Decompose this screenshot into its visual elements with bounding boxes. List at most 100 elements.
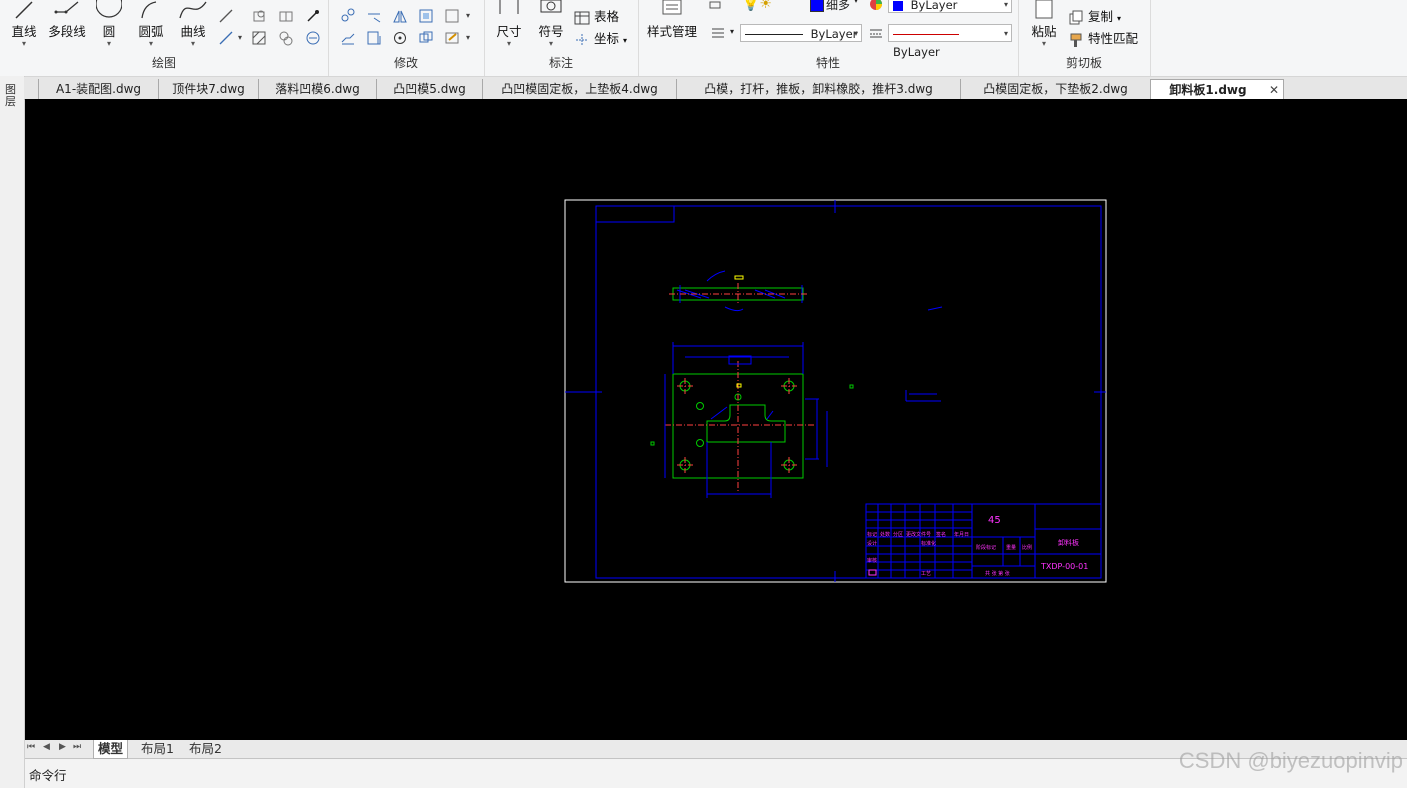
region-icon[interactable] [278,8,294,24]
construction-line-icon[interactable] [218,8,234,24]
tab-blanking-die[interactable]: 落料凹模6.dwg [258,79,376,99]
paper-boundary [564,199,1107,583]
annotation-marks [905,306,943,402]
close-icon[interactable]: ✕ [1269,80,1279,100]
chevron-down-icon: ▾ [1003,29,1008,38]
coordinate-label: 坐标 [593,31,619,46]
previous-layout-icon[interactable]: ◀ [43,742,50,752]
lineweight-value[interactable]: 细多 [826,0,850,13]
paste-icon [1035,0,1053,19]
properties-group-title: 特性 [815,56,840,70]
coordinate-icon [576,33,588,46]
chevron-down-icon: ▾ [190,39,195,48]
line-label: 直线 [11,24,37,39]
mirror-icon[interactable] [392,8,408,24]
color-swatch[interactable] [810,0,824,12]
clipboard-group-title: 剪切板 [1065,56,1102,70]
drawing-frame [595,205,1102,579]
tab-punch-die-plate[interactable]: 凸凹模固定板，上垫板4.dwg [482,79,676,99]
copy-button[interactable]: 复制 ▾ [1068,6,1121,26]
paste-button[interactable]: 粘贴 ▾ [1028,0,1060,48]
linetype-value: ByLayer [810,27,858,41]
curve-button[interactable]: 曲线 ▾ [178,0,208,48]
document-tab-bar: A1-装配图.dwg 顶件块7.dwg 落料凹模6.dwg 凸凹模5.dwg 凸… [24,77,1407,100]
ray-icon[interactable] [218,30,234,46]
curve-icon [179,1,207,19]
chevron-down-icon[interactable]: ▾ [730,27,734,36]
array-icon[interactable] [444,8,460,24]
match-properties-button[interactable]: 特性匹配 [1068,28,1138,48]
tab-top-block[interactable]: 顶件块7.dwg [158,79,258,99]
material-text: 45 [988,515,1001,526]
rectangle-shape-icon[interactable] [251,8,267,24]
tab-label: 凸模固定板，下垫板2.dwg [983,82,1128,96]
copy-label: 复制 [1087,9,1113,24]
tab-model[interactable]: 模型 [93,740,129,759]
move-icon[interactable] [340,8,356,24]
color-wheel-icon[interactable] [868,0,884,12]
symbol-button[interactable]: 符号 ▾ [536,0,566,48]
polyline-label: 多段线 [48,24,86,39]
layer-state-icons[interactable]: 💡☀ [742,0,772,12]
first-layout-icon[interactable]: ⏮ [27,742,35,752]
title-block: 45 卸料板 TXDP-00-01 标记 处数 分区 更改文件号 签名 年月日 … [865,503,1102,579]
chevron-down-icon: ▾ [622,36,627,45]
properties-group: 样式管理 💡☀ 细多 ▾ ByLayer ▾ ▾ ByLayer ▾ ByLay… [638,0,1019,76]
next-layout-icon[interactable]: ▶ [59,742,66,752]
dimension-label: 尺寸 [496,24,522,39]
draw-group-title: 绘图 [151,56,176,70]
tab-punch-parts[interactable]: 凸模，打杆，推板，卸料橡胶，推杆3.dwg [676,79,960,99]
tab-punch-die[interactable]: 凸凹模5.dwg [376,79,482,99]
circle-button[interactable]: 圆 ▾ [95,0,123,48]
wipeout-icon[interactable] [305,30,321,46]
centering-marks [565,200,1106,582]
offset-icon[interactable] [418,8,434,24]
tab-label: 落料凹模6.dwg [275,82,360,96]
style-manager-button[interactable]: 样式管理 [646,0,698,40]
clipboard-group: 粘贴 ▾ 复制 ▾ 特性匹配 剪切板 [1018,0,1151,76]
title-label-design: 设计 [867,540,877,547]
lineweight-dropdown[interactable]: ByLayer ▾ [888,24,1012,59]
table-button[interactable]: 表格 [574,6,619,26]
title-label-sheets: 共 张 第 张 [985,570,1010,577]
layer-palette-tab[interactable]: 图层 [5,84,19,108]
copy-objects-icon[interactable] [418,30,434,46]
tab-label: 顶件块7.dwg [172,82,245,96]
last-layout-icon[interactable]: ⏭ [73,742,81,752]
point-icon[interactable] [305,8,321,24]
arc-button[interactable]: 圆弧 ▾ [136,0,166,48]
rotate-icon[interactable] [392,30,408,46]
tab-stripper-plate[interactable]: 卸料板1.dwg ✕ [1150,79,1284,99]
dropdown-arrow-icon[interactable]: ▾ [466,8,470,24]
drawing-canvas[interactable]: 45 卸料板 TXDP-00-01 标记 处数 分区 更改文件号 签名 年月日 … [25,99,1407,740]
stretch-icon[interactable] [340,30,356,46]
line-style-icon[interactable] [868,25,884,41]
dropdown-arrow-icon[interactable]: ▾ [466,30,470,46]
scale-icon[interactable] [366,30,382,46]
tab-layout2[interactable]: 布局2 [189,740,222,758]
title-label-date: 年月日 [954,531,969,538]
watermark: CSDN @biyezuopinvip [1178,748,1403,773]
trim-icon[interactable] [366,8,382,24]
polyline-button[interactable]: 多段线 [46,0,88,40]
paste-label: 粘贴 [1031,24,1057,39]
layer-properties-icon[interactable] [708,0,724,14]
dropdown-arrow-icon[interactable]: ▾ [238,30,242,46]
annotate-group: 尺寸 ▾ 符号 ▾ 表格 坐标 ▾ 标注 [484,0,639,76]
lineweight-icon[interactable] [710,25,726,41]
tab-punch-plate[interactable]: 凸模固定板，下垫板2.dwg [960,79,1150,99]
line-button[interactable]: 直线 ▾ [8,0,40,48]
boundary-icon[interactable] [278,30,294,46]
title-label-stage: 阶段标记 [976,544,996,551]
color-dropdown[interactable]: ByLayer ▾ [888,0,1012,13]
line-icon [15,1,33,19]
explode-icon[interactable] [444,30,460,46]
chevron-down-icon[interactable]: ▾ [854,0,858,5]
linetype-dropdown[interactable]: ByLayer ▾ [740,24,862,42]
tab-layout1[interactable]: 布局1 [141,740,174,758]
coordinate-button[interactable]: 坐标 ▾ [574,28,627,48]
tab-a1-assembly[interactable]: A1-装配图.dwg [38,79,158,99]
hatch-icon[interactable] [251,30,267,46]
tab-label: 凸凹模固定板，上垫板4.dwg [501,82,658,96]
dimension-button[interactable]: 尺寸 ▾ [494,0,524,48]
